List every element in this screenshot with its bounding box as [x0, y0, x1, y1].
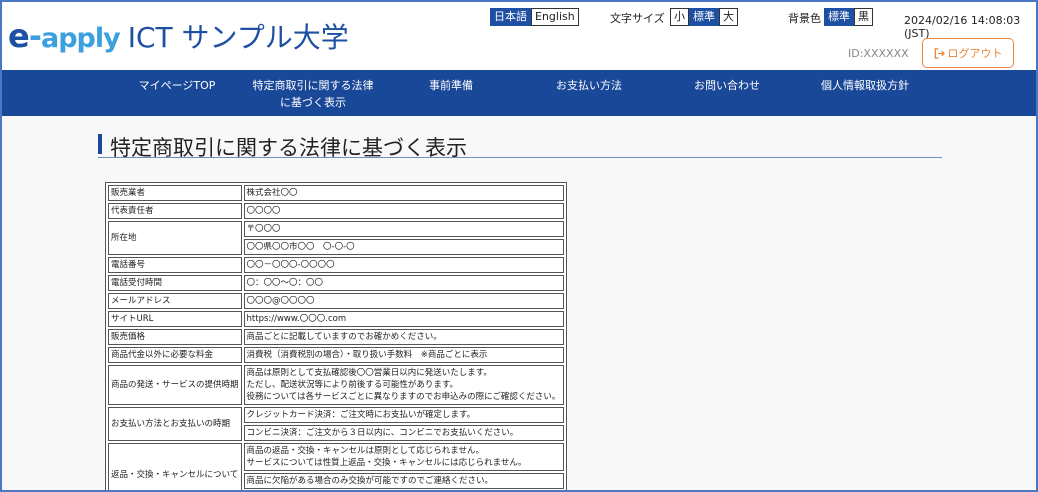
nav-item-contact[interactable]: お問い合わせ: [692, 77, 762, 94]
font-size-small-button[interactable]: 小: [670, 8, 689, 26]
background-standard-button[interactable]: 標準: [824, 8, 854, 26]
nav-item-label-line1: 特定商取引に関する法律: [252, 79, 374, 92]
table-value-cell: 商品の返品・交換・キャンセルは原則として応じられません。 サービスについては性質…: [243, 443, 564, 471]
table-row: 返品・交換・キャンセルについて 商品の返品・交換・キャンセルは原則として応じられま…: [108, 443, 564, 490]
nav-item-label: お問い合わせ: [694, 79, 760, 92]
logo-mark: e-apply: [8, 17, 121, 55]
table-value-cell: 〇〇県〇〇市〇〇 〇-〇-〇: [243, 239, 564, 255]
language-switcher: 日本語 English: [490, 8, 579, 26]
nav-item-tokushoho[interactable]: 特定商取引に関する法律 に基づく表示: [248, 77, 378, 111]
table-row: 販売価格 商品ごとに記載していますのでお確かめください。: [108, 329, 564, 345]
table-key-cell: 商品代金以外に必要な料金: [108, 347, 242, 363]
table-row: お支払い方法とお支払いの時期 クレジットカード決済：ご注文時にお支払いが確定します…: [108, 407, 564, 441]
nav-item-label: お支払い方法: [556, 79, 622, 92]
table-value-cell: 株式会社〇〇: [243, 185, 564, 201]
table-key-cell: メールアドレス: [108, 293, 242, 309]
table-key-cell: お支払い方法とお支払いの時期: [108, 407, 242, 441]
table-value-cell: 商品ごとに記載していますのでお確かめください。: [243, 329, 564, 345]
main-nav: マイページTOP 特定商取引に関する法律 に基づく表示 事前準備 お支払い方法 …: [2, 70, 1036, 116]
page-title-text: 特定商取引に関する法律に基づく表示: [110, 136, 467, 160]
nav-item-payment-methods[interactable]: お支払い方法: [554, 77, 624, 94]
table-value-cell: 〇〇〇〇: [243, 203, 564, 219]
nav-item-label-line2: に基づく表示: [280, 96, 346, 109]
nav-item-label: マイページTOP: [138, 79, 216, 92]
table-key-cell: 販売業者: [108, 185, 242, 201]
table-key-cell: 商品の発送・サービスの提供時期: [108, 365, 242, 405]
table-row: サイトURL https://www.〇〇〇.com: [108, 311, 564, 327]
background-color-label: 背景色: [788, 12, 821, 25]
tokushoho-table: 販売業者 株式会社〇〇 代表責任者 〇〇〇〇 所在地 〒〇〇〇 〇〇県〇〇市〇〇 〇-〇-〇…: [105, 182, 567, 490]
table-row: 商品の発送・サービスの提供時期 商品は原則として支払確認後〇〇営業日以内に発送いた…: [108, 365, 564, 405]
main-content: 特定商取引に関する法律に基づく表示 販売業者 株式会社〇〇 代表責任者 〇〇〇〇 所在地…: [2, 116, 1036, 490]
table-value-cell: 〇〇〇@〇〇〇〇: [243, 293, 564, 309]
table-key-cell: サイトURL: [108, 311, 242, 327]
font-size-large-button[interactable]: 大: [719, 8, 738, 26]
table-row: 代表責任者 〇〇〇〇: [108, 203, 564, 219]
table-row: 所在地 〒〇〇〇: [108, 221, 564, 255]
table-value-cell: 商品に欠陥がある場合のみ交換が可能ですのでご連絡ください。: [243, 473, 564, 489]
title-accent-bar: [98, 134, 102, 154]
font-size-switcher: 小 標準 大: [670, 8, 738, 26]
table-key-cell: 販売価格: [108, 329, 242, 345]
logo-apply: apply: [40, 23, 121, 54]
logo-e: e: [8, 17, 30, 55]
background-black-button[interactable]: 黒: [854, 8, 873, 26]
logout-button[interactable]: ログアウト: [922, 38, 1014, 68]
font-size-label: 文字サイズ: [610, 12, 665, 25]
table-key-cell: 代表責任者: [108, 203, 242, 219]
table-key-cell: 電話番号: [108, 257, 242, 273]
table-value-cell: 〒〇〇〇: [243, 221, 564, 237]
nav-item-label: 個人情報取扱方針: [821, 79, 909, 92]
font-size-standard-button[interactable]: 標準: [689, 8, 719, 26]
table-row: 電話受付時間 〇：〇〇～〇：〇〇: [108, 275, 564, 291]
table-row: 電話番号 〇〇－〇〇〇-〇〇〇〇: [108, 257, 564, 273]
app-frame: e-apply ICT サンプル大学 日本語 English 文字サイズ 小 標…: [0, 0, 1038, 492]
logout-label: ログアウト: [947, 47, 1003, 60]
table-value-cell: クレジットカード決済：ご注文時にお支払いが確定します。: [243, 407, 564, 423]
table-value-cell: 〇〇－〇〇〇-〇〇〇〇: [243, 257, 564, 273]
table-row: 販売業者 株式会社〇〇: [108, 185, 564, 201]
current-datetime: 2024/02/16 14:08:03 (JST): [904, 14, 1021, 40]
background-color-switcher: 標準 黒: [824, 8, 873, 26]
header: e-apply ICT サンプル大学 日本語 English 文字サイズ 小 標…: [2, 2, 1036, 70]
table-row: メールアドレス 〇〇〇@〇〇〇〇: [108, 293, 564, 309]
table-key-cell: 返品・交換・キャンセルについて: [108, 443, 242, 490]
language-english-button[interactable]: English: [531, 8, 579, 26]
logout-icon: [934, 47, 945, 59]
page-title: 特定商取引に関する法律に基づく表示: [98, 132, 942, 160]
logo-dash: -: [28, 17, 42, 55]
language-japanese-button[interactable]: 日本語: [490, 8, 531, 26]
nav-item-privacy-policy[interactable]: 個人情報取扱方針: [820, 77, 910, 94]
table-value-cell: 〇：〇〇～〇：〇〇: [243, 275, 564, 291]
table-key-cell: 電話受付時間: [108, 275, 242, 291]
user-id: ID:XXXXXX: [848, 47, 909, 60]
table-value-cell: https://www.〇〇〇.com: [243, 311, 564, 327]
table-value-cell: 商品は原則として支払確認後〇〇営業日以内に発送いたします。 ただし、配送状況等に…: [243, 365, 564, 405]
table-key-cell: 所在地: [108, 221, 242, 255]
logo: e-apply ICT サンプル大学: [8, 16, 349, 56]
nav-item-preparation[interactable]: 事前準備: [426, 77, 476, 94]
table-value-cell: コンビニ決済：ご注文から３日以内に、コンビニでお支払いください。: [243, 425, 564, 441]
table-value-cell: 消費税（消費税別の場合）・取り扱い手数料 ※商品ごとに表示: [243, 347, 564, 363]
university-name: ICT サンプル大学: [127, 21, 349, 54]
nav-item-label: 事前準備: [429, 79, 473, 92]
nav-item-mypage-top[interactable]: マイページTOP: [137, 77, 217, 94]
table-row: 商品代金以外に必要な料金 消費税（消費税別の場合）・取り扱い手数料 ※商品ごとに表…: [108, 347, 564, 363]
